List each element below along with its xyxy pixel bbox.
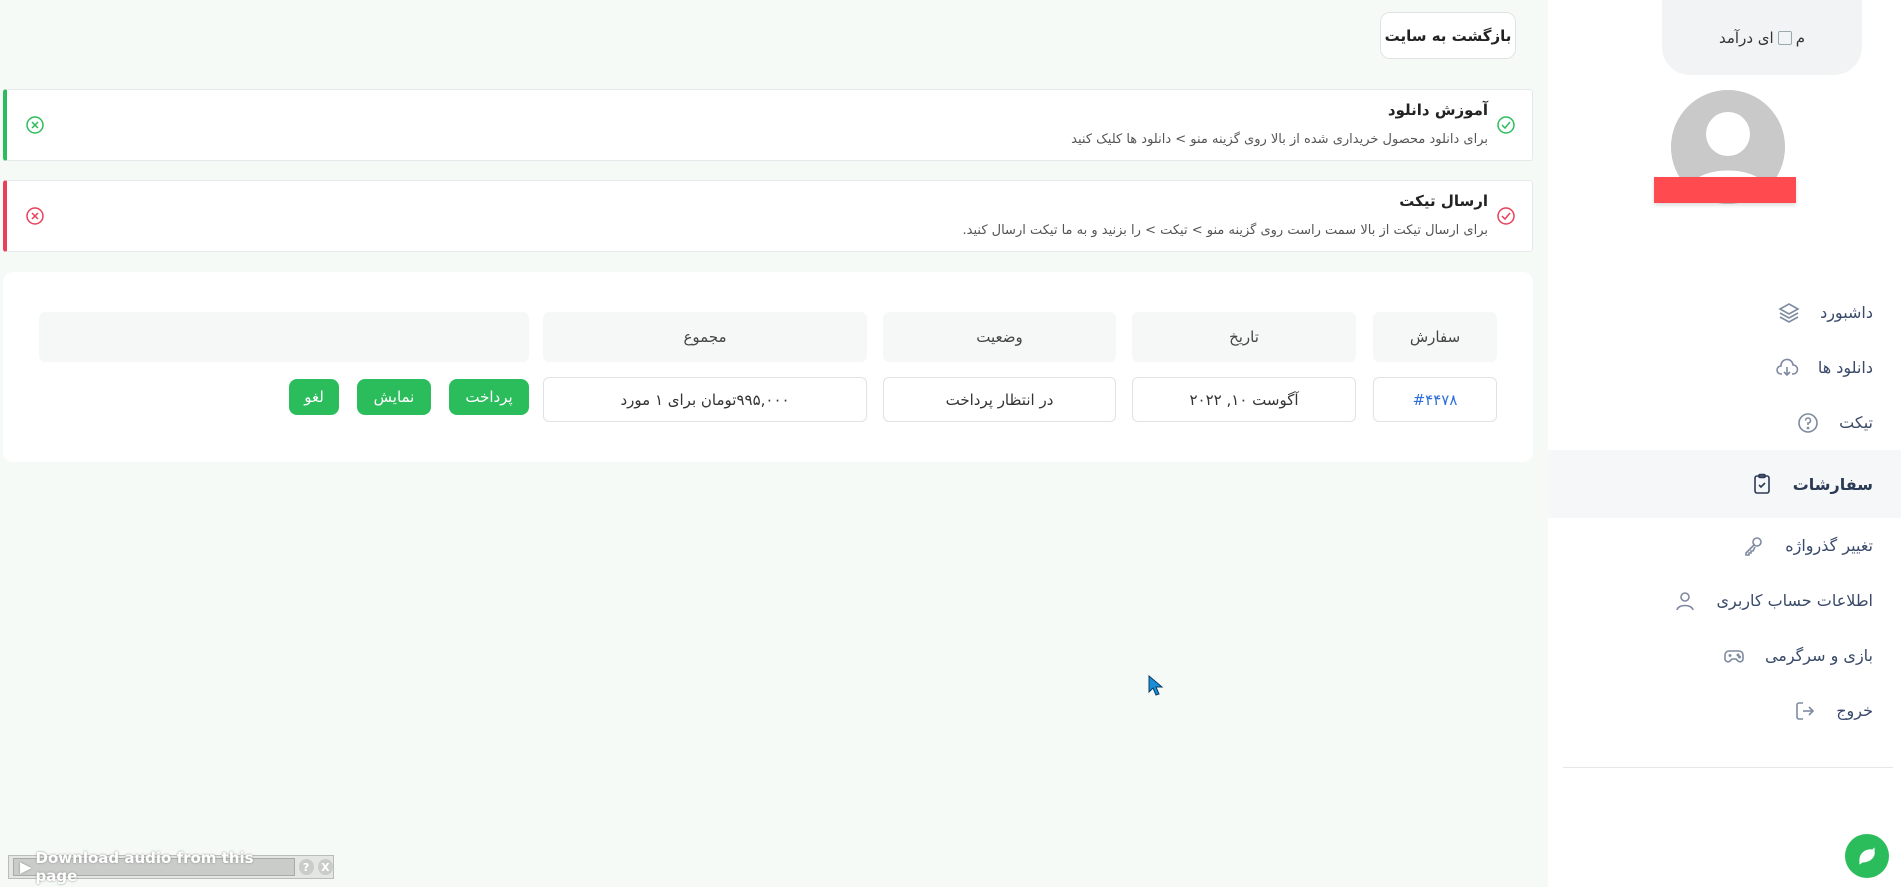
- layers-icon: [1776, 300, 1802, 326]
- download-audio-label: Download audio from this page: [35, 849, 254, 885]
- column-header-date: تاریخ: [1132, 312, 1356, 362]
- clipboard-check-icon: [1749, 471, 1775, 497]
- sidebar-item-label: داشبورد: [1820, 303, 1873, 322]
- column-header-status: وضعیت: [883, 312, 1116, 362]
- gamepad-icon: [1721, 643, 1747, 669]
- notice-description: برای ارسال تیکت از بالا سمت راست روی گزی…: [962, 223, 1488, 238]
- key-icon: [1741, 533, 1767, 559]
- orders-table: سفارش تاریخ وضعیت مجموع #۴۴۷۸ آگوست ۱۰, …: [3, 272, 1533, 462]
- close-icon[interactable]: X: [317, 859, 333, 875]
- logo-alt-prefix: م: [1795, 28, 1805, 47]
- sidebar-item-orders[interactable]: سفارشات: [1548, 450, 1901, 518]
- sidebar: م ای درآمد داشبورد دانلود ها تیکت سفارشا…: [1548, 0, 1901, 887]
- back-to-site-button[interactable]: بازگشت به سایت: [1380, 12, 1516, 59]
- download-audio-button[interactable]: ▶ Download audio from this page: [13, 849, 295, 885]
- close-circle-icon[interactable]: [25, 206, 45, 226]
- sidebar-item-label: تغییر گذرواژه: [1785, 536, 1873, 555]
- sidebar-item-label: خروج: [1836, 701, 1873, 720]
- audio-download-bar: ▶ Download audio from this page ? X: [8, 849, 334, 885]
- help-circle-icon: [1795, 410, 1821, 436]
- sidebar-item-logout[interactable]: خروج: [1548, 683, 1901, 738]
- pay-button[interactable]: پرداخت: [449, 379, 529, 415]
- logout-icon: [1792, 698, 1818, 724]
- order-total: ۹۹۵,۰۰۰تومان برای ۱ مورد: [543, 377, 867, 422]
- sidebar-item-label: دانلود ها: [1817, 358, 1873, 377]
- notice-description: برای دانلود محصول خریداری شده از بالا رو…: [1071, 132, 1488, 147]
- notice-title: ارسال تیکت: [1399, 192, 1488, 210]
- sidebar-item-games[interactable]: بازی و سرگرمی: [1548, 628, 1901, 683]
- notice-title: آموزش دانلود: [1387, 101, 1488, 119]
- close-circle-icon[interactable]: [25, 115, 45, 135]
- username-redacted-bar: [1654, 177, 1796, 203]
- cloud-download-icon: [1774, 355, 1800, 381]
- sidebar-menu: داشبورد دانلود ها تیکت سفارشات تغییر گذر…: [1548, 285, 1901, 738]
- sidebar-item-label: تیکت: [1839, 413, 1873, 432]
- bird-icon: [1859, 847, 1875, 865]
- sidebar-item-ticket[interactable]: تیکت: [1548, 395, 1901, 450]
- user-icon: [1672, 588, 1698, 614]
- column-header-total: مجموع: [543, 312, 867, 362]
- notice-download-guide: آموزش دانلود برای دانلود محصول خریداری ش…: [3, 89, 1533, 161]
- notice-send-ticket: ارسال تیکت برای ارسال تیکت از بالا سمت ر…: [3, 180, 1533, 252]
- order-number-link[interactable]: #۴۴۷۸: [1373, 377, 1497, 422]
- play-icon: ▶: [20, 858, 32, 876]
- column-header-order: سفارش: [1373, 312, 1497, 362]
- sidebar-item-account-info[interactable]: اطلاعات حساب کاربری: [1548, 573, 1901, 628]
- column-header-actions: [39, 312, 529, 362]
- broken-image-icon: [1777, 30, 1792, 45]
- sidebar-item-label: اطلاعات حساب کاربری: [1716, 591, 1873, 610]
- sidebar-item-label: سفارشات: [1792, 474, 1873, 494]
- sidebar-divider: [1563, 767, 1893, 768]
- cancel-button[interactable]: لغو: [289, 379, 339, 415]
- help-icon[interactable]: ?: [298, 859, 314, 875]
- view-button[interactable]: نمایش: [357, 379, 431, 415]
- chat-widget-button[interactable]: [1845, 834, 1889, 878]
- sidebar-item-change-password[interactable]: تغییر گذرواژه: [1548, 518, 1901, 573]
- sidebar-item-label: بازی و سرگرمی: [1764, 646, 1873, 665]
- check-circle-icon: [1497, 116, 1515, 134]
- site-logo[interactable]: م ای درآمد: [1662, 0, 1862, 75]
- order-date: آگوست ۱۰, ۲۰۲۲: [1132, 377, 1356, 422]
- sidebar-item-downloads[interactable]: دانلود ها: [1548, 340, 1901, 395]
- order-status: در انتظار پرداخت: [883, 377, 1116, 422]
- logo-alt-text: ای درآمد: [1719, 28, 1774, 47]
- check-circle-icon: [1497, 207, 1515, 225]
- mouse-cursor-icon: [1148, 675, 1164, 696]
- sidebar-item-dashboard[interactable]: داشبورد: [1548, 285, 1901, 340]
